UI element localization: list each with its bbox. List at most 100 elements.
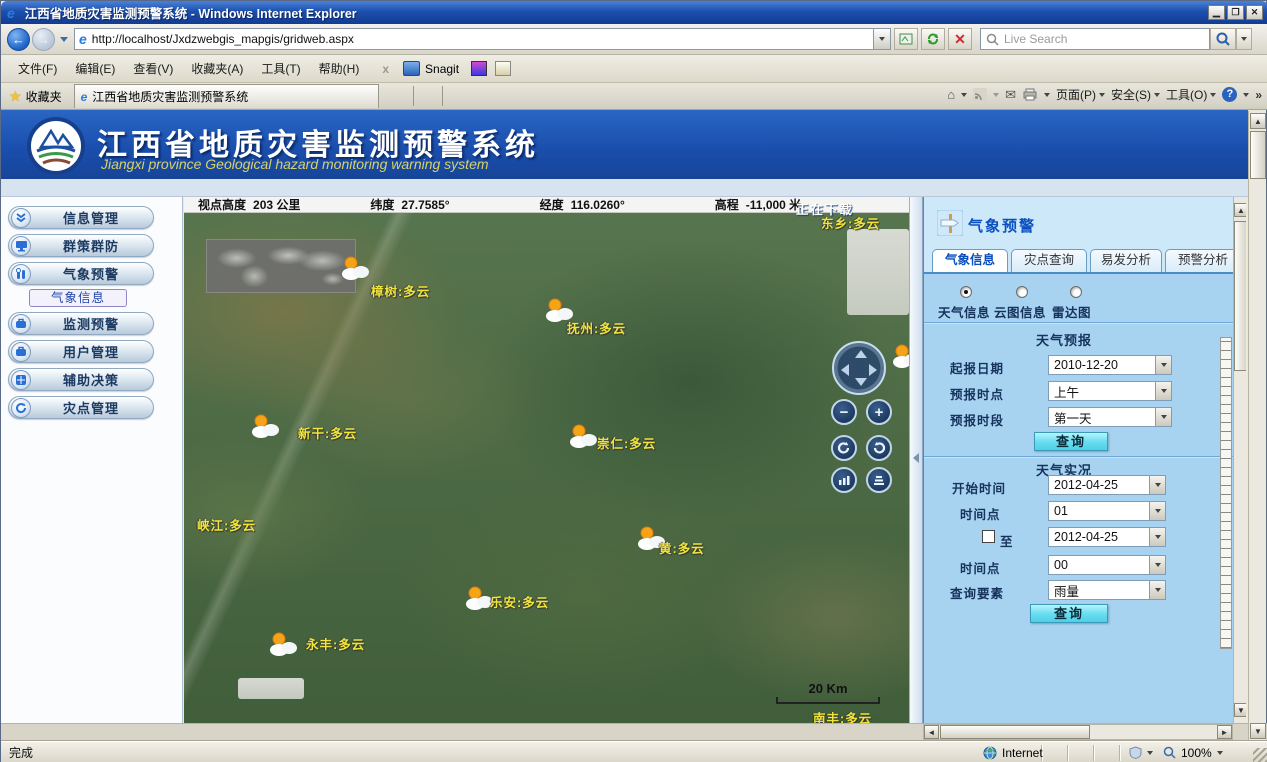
tab-weather-info[interactable]: 气象信息 [932, 249, 1008, 272]
maximize-button[interactable]: ❐ [1227, 5, 1244, 20]
panel-splitter[interactable] [909, 197, 923, 723]
mail-icon[interactable]: ✉ [1005, 87, 1016, 103]
menu-help[interactable]: 帮助(H) [310, 56, 369, 81]
close-button[interactable]: ✕ [1246, 5, 1263, 20]
query-element-select[interactable]: 雨量 [1048, 580, 1166, 600]
pan-down-icon[interactable] [855, 378, 867, 386]
dropdown-arrow-icon[interactable] [1155, 382, 1171, 400]
menu-edit[interactable]: 编辑(E) [66, 56, 124, 81]
search-options-button[interactable] [1236, 28, 1252, 50]
favorites-button[interactable]: ★ 收藏夹 [1, 85, 70, 107]
panel-scrollbar[interactable]: ▲ ▼ [1233, 197, 1246, 723]
end-date-select[interactable]: 2012-04-25 [1048, 527, 1166, 547]
hour-point-select[interactable]: 01 [1048, 501, 1166, 521]
sun-cloud-icon[interactable] [567, 423, 599, 449]
scroll-thumb[interactable] [1234, 221, 1246, 371]
forecast-query-button[interactable]: 查询 [1034, 432, 1108, 451]
scroll-down-icon[interactable]: ▼ [1250, 723, 1266, 739]
address-bar[interactable]: e http://localhost/Jxdzwebgis_mapgis/gri… [74, 28, 874, 50]
map-viewport[interactable]: 视点高度203 公里 纬度27.7585° 经度116.0260° 高程-11,… [184, 197, 909, 723]
status-tool[interactable] [1129, 746, 1153, 759]
scroll-left-icon[interactable]: ◄ [924, 725, 939, 739]
help-icon[interactable]: ? [1222, 87, 1237, 102]
home-caret-icon[interactable] [961, 93, 967, 97]
radio-label[interactable]: 雷达图 [1052, 302, 1091, 321]
back-button[interactable]: ← [7, 28, 30, 51]
print-icon[interactable] [1022, 88, 1038, 101]
compatibility-view-button[interactable] [894, 28, 918, 50]
dropdown-arrow-icon[interactable] [1155, 408, 1171, 426]
dropdown-arrow-icon[interactable] [1155, 356, 1171, 374]
radio-radar[interactable] [1070, 286, 1082, 298]
sidebar-item-user-mgmt[interactable]: 用户管理 [8, 340, 154, 363]
resize-grip[interactable] [1253, 748, 1267, 762]
scroll-thumb[interactable] [940, 725, 1090, 739]
radio-weather-info[interactable] [960, 286, 972, 298]
home-icon[interactable]: ⌂ [947, 87, 955, 102]
sidebar-item-weather-warning[interactable]: 气象预警 [8, 262, 154, 285]
address-dropdown-button[interactable] [874, 28, 891, 50]
tab-warning-analysis[interactable]: 预警分析 [1165, 249, 1241, 272]
start-date-select[interactable]: 2010-12-20 [1048, 355, 1172, 375]
snagit-icon[interactable] [403, 61, 420, 76]
tilt-button[interactable] [831, 467, 857, 493]
snagit-capture-icon[interactable] [471, 61, 487, 76]
snagit-label[interactable]: Snagit [425, 62, 459, 76]
radio-cloud-image[interactable] [1016, 286, 1028, 298]
dropdown-arrow-icon[interactable] [1149, 528, 1165, 546]
actual-start-date-select[interactable]: 2012-04-25 [1048, 475, 1166, 495]
url-text[interactable]: http://localhost/Jxdzwebgis_mapgis/gridw… [92, 32, 354, 46]
radio-label[interactable]: 天气信息 [938, 302, 990, 321]
help-caret-icon[interactable] [1243, 93, 1249, 97]
pan-up-icon[interactable] [855, 350, 867, 358]
map-pan-control[interactable] [832, 341, 886, 395]
actual-query-button[interactable]: 查询 [1030, 604, 1108, 623]
zoom-control[interactable]: 100% [1163, 746, 1223, 760]
scroll-up-icon[interactable]: ▲ [1250, 113, 1266, 129]
sidebar-item-hazard-point-mgmt[interactable]: 灾点管理 [8, 396, 154, 419]
search-go-button[interactable] [1210, 28, 1236, 50]
scroll-up-icon[interactable]: ▲ [1234, 203, 1246, 217]
zoom-in-button[interactable]: + [866, 399, 892, 425]
forward-button[interactable]: → [32, 28, 55, 51]
dropdown-arrow-icon[interactable] [1149, 556, 1165, 574]
print-caret-icon[interactable] [1044, 93, 1050, 97]
forecast-period-select[interactable]: 第一天 [1048, 407, 1172, 427]
search-input[interactable]: Live Search [980, 28, 1210, 50]
dropdown-arrow-icon[interactable] [1149, 476, 1165, 494]
pan-right-icon[interactable] [869, 364, 877, 376]
sidebar-item-decision-support[interactable]: 辅助决策 [8, 368, 154, 391]
vertical-text-strip[interactable] [1220, 337, 1232, 649]
world-overview-inset[interactable] [206, 239, 356, 293]
dropdown-arrow-icon[interactable] [1149, 502, 1165, 520]
sun-cloud-icon[interactable] [339, 255, 371, 281]
rotate-ccw-button[interactable] [866, 435, 892, 461]
toolbar-close-x[interactable]: x [382, 62, 389, 76]
scroll-right-icon[interactable]: ► [1217, 725, 1232, 739]
snagit-window-icon[interactable] [495, 61, 511, 76]
browser-tab[interactable]: e 江西省地质灾害监测预警系统 [74, 84, 379, 108]
stop-button[interactable]: ✕ [948, 28, 972, 50]
scroll-thumb[interactable] [1250, 131, 1266, 179]
dropdown-arrow-icon[interactable] [1149, 581, 1165, 599]
safety-menu[interactable]: 安全(S) [1111, 86, 1160, 103]
tab-hazard-query[interactable]: 灾点查询 [1011, 249, 1087, 272]
forecast-time-select[interactable]: 上午 [1048, 381, 1172, 401]
sun-cloud-icon[interactable] [267, 631, 299, 657]
minimize-button[interactable]: ▁ [1208, 5, 1225, 20]
browser-scrollbar[interactable]: ▲ ▼ [1248, 111, 1266, 741]
menu-file[interactable]: 文件(F) [9, 56, 66, 81]
to-date-checkbox[interactable] [982, 530, 995, 543]
page-menu[interactable]: 页面(P) [1056, 86, 1105, 103]
menu-view[interactable]: 查看(V) [124, 56, 182, 81]
menu-tools[interactable]: 工具(T) [252, 56, 309, 81]
refresh-button[interactable] [921, 28, 945, 50]
layers-button[interactable] [866, 467, 892, 493]
sidebar-item-group-prevention[interactable]: 群策群防 [8, 234, 154, 257]
status-tool-caret-icon[interactable] [1147, 751, 1153, 755]
panel-hscrollbar[interactable]: ◄ ► [923, 724, 1233, 740]
radio-label[interactable]: 云图信息 [994, 302, 1046, 321]
scroll-down-icon[interactable]: ▼ [1234, 703, 1246, 717]
history-caret-icon[interactable] [60, 37, 68, 42]
sidebar-item-info-mgmt[interactable]: 信息管理 [8, 206, 154, 229]
